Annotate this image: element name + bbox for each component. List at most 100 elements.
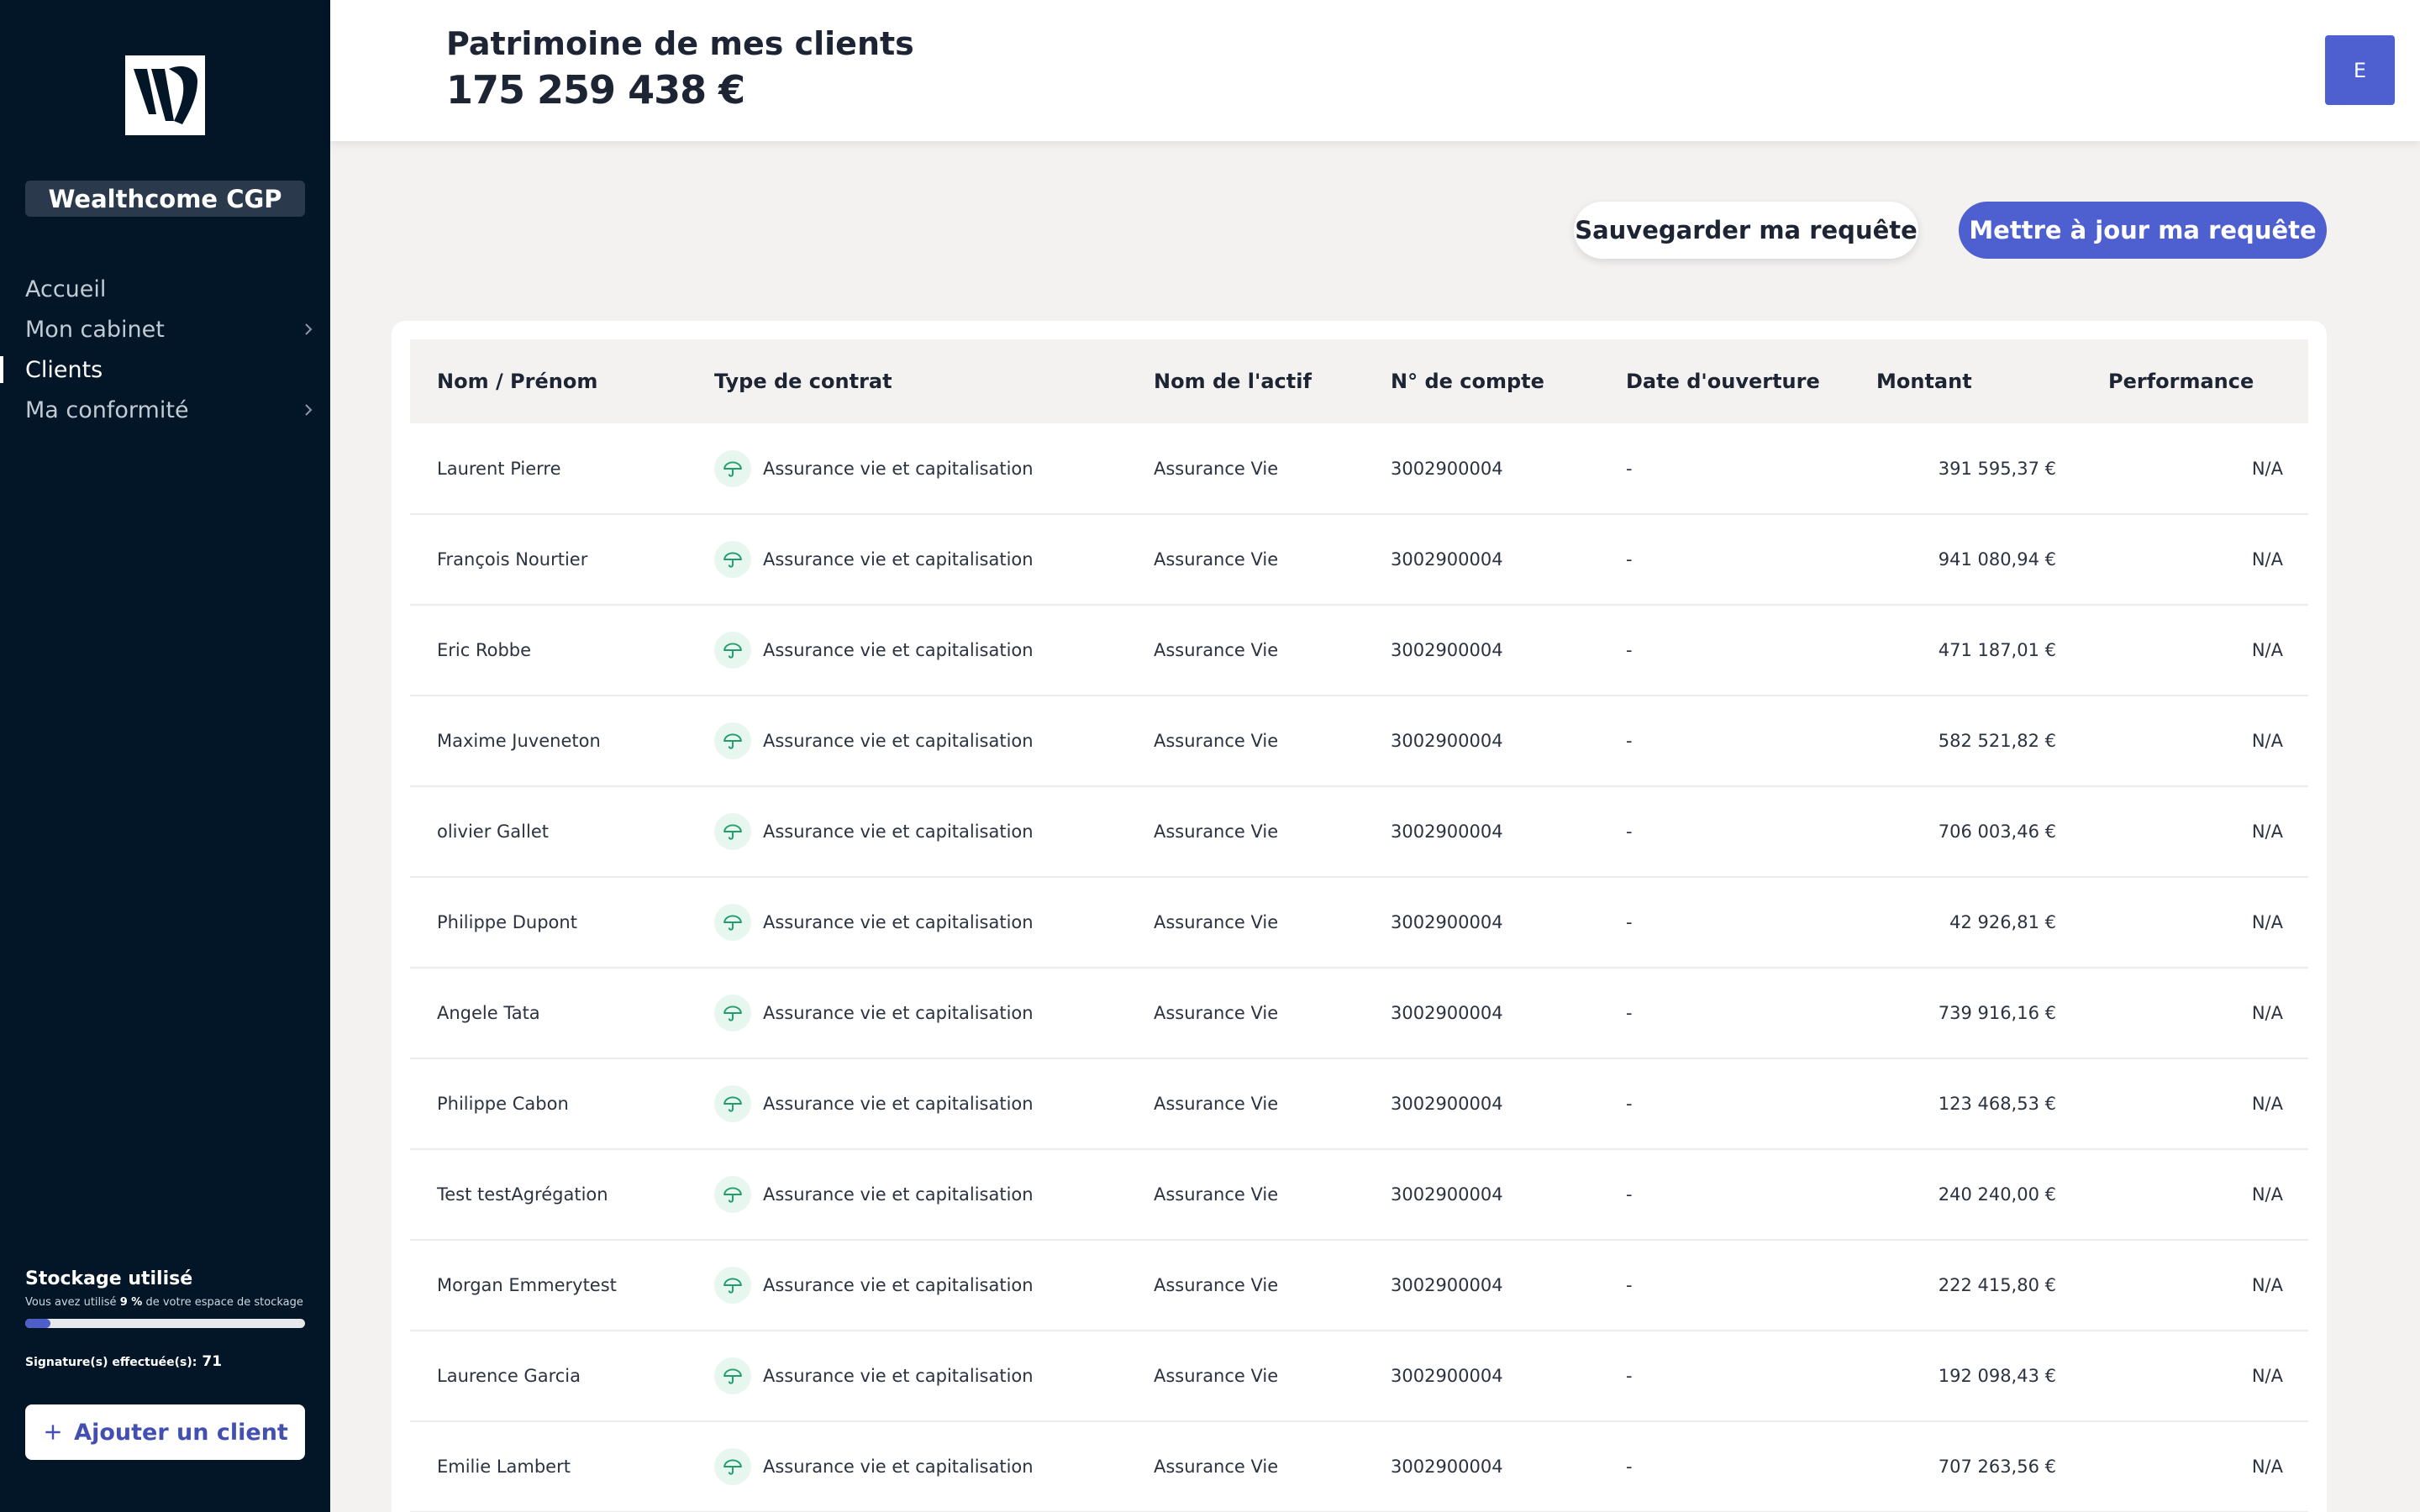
sidebar-item-label: Accueil [25,276,107,302]
col-nom-prenom[interactable]: Nom / Prénom [410,339,687,423]
clients-table-card: Nom / Prénom Type de contrat Nom de l'acti… [392,321,2327,1512]
cell-date: - [1626,822,1633,842]
table-row[interactable]: Philippe Cabon Assurance vie et capitalis… [410,1058,2308,1149]
cell-contract-label: Assurance vie et capitalisation [763,1184,1034,1205]
sidebar-item-accueil[interactable]: Accueil [0,269,330,309]
table-row[interactable]: François Nourtier Assurance vie et capita… [410,514,2308,605]
umbrella-icon [723,552,742,568]
cell-amount: 941 080,94 € [1938,549,2056,570]
cell-performance: N/A [2251,458,2283,479]
add-client-label: Ajouter un client [74,1419,288,1446]
cell-asset: Assurance Vie [1154,912,1279,932]
cell-contract: Assurance vie et capitalisation [687,1421,1127,1512]
cell-asset: Assurance Vie [1154,640,1279,660]
storage-panel: Stockage utilisé Vous avez utilisé 9 % d… [25,1268,305,1370]
cell-performance: N/A [2251,912,2283,932]
cell-account: 3002900004 [1391,1094,1503,1114]
cell-name: Eric Robbe [437,640,532,660]
cell-contract: Assurance vie et capitalisation [687,605,1127,696]
umbrella-icon [723,460,742,477]
cell-performance: N/A [2251,1184,2283,1205]
table-row[interactable]: Laurence Garcia Assurance vie et capitali… [410,1331,2308,1421]
cell-account: 3002900004 [1391,912,1503,932]
cell-contract-label: Assurance vie et capitalisation [763,1003,1034,1023]
sidebar-item-label: Mon cabinet [25,316,165,343]
cell-contract-label: Assurance vie et capitalisation [763,640,1034,660]
contract-icon-badge [714,1357,751,1394]
cell-asset: Assurance Vie [1154,731,1279,751]
update-query-button[interactable]: Mettre à jour ma requête [1959,202,2327,259]
cell-contract: Assurance vie et capitalisation [687,696,1127,786]
table-row[interactable]: Laurent Pierre Assurance vie et capitalis… [410,423,2308,514]
table-row[interactable]: Emilie Lambert Assurance vie et capitalis… [410,1421,2308,1512]
cell-name: olivier Gallet [437,822,549,842]
umbrella-icon [723,915,742,931]
table-row[interactable]: Morgan Emmerytest Assurance vie et capita… [410,1240,2308,1331]
cell-contract-label: Assurance vie et capitalisation [763,912,1034,932]
cell-contract: Assurance vie et capitalisation [687,877,1127,968]
table-header-row: Nom / Prénom Type de contrat Nom de l'acti… [410,339,2308,423]
col-numero-compte[interactable]: N° de compte [1364,339,1599,423]
sidebar-nav: Accueil Mon cabinet Clients Ma conformit… [0,269,330,430]
cell-asset: Assurance Vie [1154,549,1279,570]
cell-performance: N/A [2251,1366,2283,1386]
col-date-ouverture[interactable]: Date d'ouverture [1599,339,1876,423]
contract-icon-badge [714,813,751,850]
cell-date: - [1626,1003,1633,1023]
col-montant[interactable]: Montant [1876,339,2081,423]
cell-date: - [1626,1094,1633,1114]
cell-performance: N/A [2251,1003,2283,1023]
table-row[interactable]: Maxime Juveneton Assurance vie et capital… [410,696,2308,786]
cell-performance: N/A [2251,731,2283,751]
col-nom-actif[interactable]: Nom de l'actif [1127,339,1364,423]
table-row[interactable]: Angele Tata Assurance vie et capitalisati… [410,968,2308,1058]
cell-date: - [1626,1184,1633,1205]
cell-contract-label: Assurance vie et capitalisation [763,1366,1034,1386]
brand-name[interactable]: Wealthcome CGP [25,181,305,217]
storage-title: Stockage utilisé [25,1268,193,1289]
cell-contract: Assurance vie et capitalisation [687,423,1127,514]
cell-amount: 582 521,82 € [1938,731,2056,751]
col-performance[interactable]: Performance [2081,339,2308,423]
cell-contract-label: Assurance vie et capitalisation [763,1094,1034,1114]
cell-account: 3002900004 [1391,1184,1503,1205]
sidebar-item-clients[interactable]: Clients [0,349,330,390]
sidebar-item-mon-cabinet[interactable]: Mon cabinet [0,309,330,349]
cell-name: Philippe Dupont [437,912,577,932]
umbrella-icon [723,1368,742,1384]
cell-name: Angele Tata [437,1003,540,1023]
cell-amount: 739 916,16 € [1938,1003,2056,1023]
umbrella-icon [723,1187,742,1203]
cell-performance: N/A [2251,1094,2283,1114]
cell-account: 3002900004 [1391,1003,1503,1023]
cell-account: 3002900004 [1391,1366,1503,1386]
table-row[interactable]: Philippe Dupont Assurance vie et capitali… [410,877,2308,968]
cell-date: - [1626,912,1633,932]
cell-asset: Assurance Vie [1154,1275,1279,1295]
cell-name: François Nourtier [437,549,588,570]
cell-date: - [1626,549,1633,570]
add-client-button[interactable]: Ajouter un client [25,1404,305,1460]
sidebar: Wealthcome CGP Accueil Mon cabinet Clien… [0,0,330,1512]
contract-icon-badge [714,449,751,487]
umbrella-icon [723,643,742,659]
cell-asset: Assurance Vie [1154,822,1279,842]
cell-contract-label: Assurance vie et capitalisation [763,822,1034,842]
user-avatar[interactable]: E [2325,35,2395,105]
wealthcome-logo-icon[interactable] [125,55,205,135]
contract-icon-badge [714,904,751,941]
total-patrimoine: 175 259 438 € [446,67,745,113]
table-row[interactable]: Test testAgrégation Assurance vie et capi… [410,1149,2308,1240]
table-row[interactable]: olivier Gallet Assurance vie et capitalis… [410,786,2308,877]
cell-amount: 123 468,53 € [1938,1094,2056,1114]
sidebar-item-ma-conformite[interactable]: Ma conformité [0,390,330,430]
table-row[interactable]: Eric Robbe Assurance vie et capitalisatio… [410,605,2308,696]
plus-icon [45,1425,60,1440]
save-query-button[interactable]: Sauvegarder ma requête [1574,202,1918,259]
cell-account: 3002900004 [1391,1275,1503,1295]
col-type-contrat[interactable]: Type de contrat [687,339,1127,423]
page-title: Patrimoine de mes clients [446,25,914,62]
contract-icon-badge [714,995,751,1032]
table-body: Laurent Pierre Assurance vie et capitalis… [410,423,2308,1512]
cell-performance: N/A [2251,822,2283,842]
